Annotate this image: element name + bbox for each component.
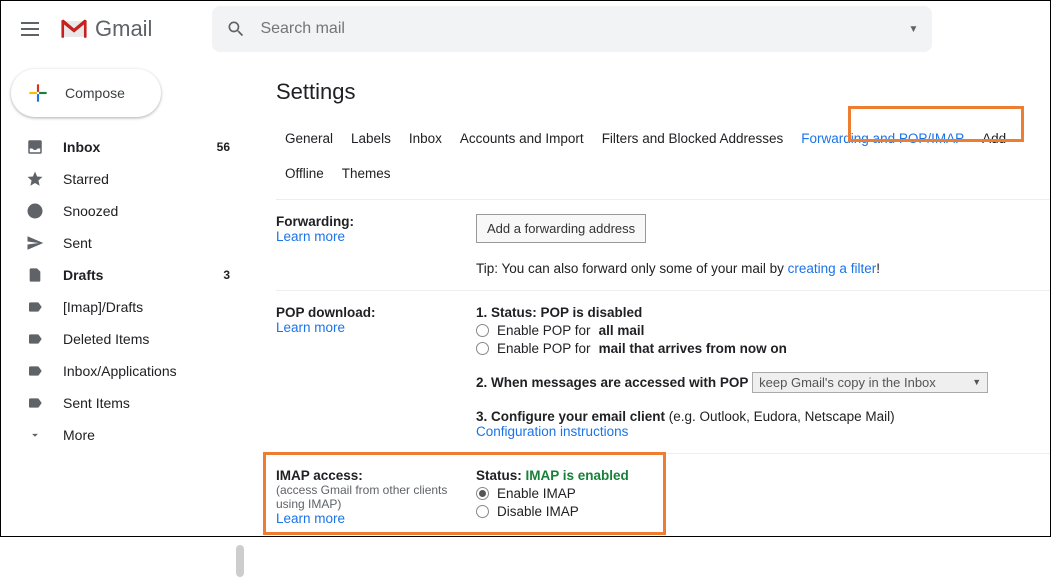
plus-icon: [25, 80, 51, 106]
scrollbar-thumb[interactable]: [236, 545, 244, 577]
hamburger-menu-icon[interactable]: [21, 17, 45, 41]
settings-tabs-row1: GeneralLabelsInboxAccounts and ImportFil…: [276, 123, 1050, 154]
top-bar: Gmail ▼: [1, 1, 1050, 57]
compose-label: Compose: [65, 85, 125, 101]
page-title: Settings: [276, 79, 1050, 105]
sidebar-item-label: Starred: [63, 171, 109, 187]
more-icon: [25, 428, 45, 442]
folder-list: Inbox 56 Starred Snoozed Sent Drafts 3 [Imap]/D…: [1, 131, 246, 451]
add-forwarding-address-button[interactable]: Add a forwarding address: [476, 214, 646, 243]
pop-config-instructions-link[interactable]: Configuration instructions: [476, 424, 628, 439]
tab-offline[interactable]: Offline: [276, 158, 333, 189]
imap-status-line: Status: IMAP is enabled: [476, 468, 1050, 483]
sidebar-item-label: Sent: [63, 235, 92, 251]
tab-forwarding-and-pop-imap[interactable]: Forwarding and POP/IMAP: [792, 123, 973, 154]
gmail-m-icon: [59, 18, 89, 40]
star-icon: [25, 170, 45, 188]
sidebar-item-sent-items[interactable]: Sent Items: [1, 387, 246, 419]
sidebar-item-sent[interactable]: Sent: [1, 227, 246, 259]
label-icon: [25, 331, 45, 347]
imap-title: IMAP access:: [276, 468, 476, 483]
sidebar-item-deleted-items[interactable]: Deleted Items: [1, 323, 246, 355]
sidebar-item-label: [Imap]/Drafts: [63, 299, 143, 315]
sidebar-item-snoozed[interactable]: Snoozed: [1, 195, 246, 227]
send-icon: [25, 234, 45, 252]
pop-configure-line: 3. Configure your email client (e.g. Out…: [476, 409, 1050, 424]
imap-learn-more-link[interactable]: Learn more: [276, 511, 345, 526]
imap-disable-radio-row[interactable]: Disable IMAP: [476, 504, 1050, 519]
sidebar-scrollbar[interactable]: [236, 427, 244, 577]
sidebar-item-label: Snoozed: [63, 203, 118, 219]
radio-icon: [476, 324, 489, 337]
sidebar-item-inbox-applications[interactable]: Inbox/Applications: [1, 355, 246, 387]
pop-action-select[interactable]: keep Gmail's copy in the Inbox: [752, 372, 988, 393]
sidebar-item--imap-drafts[interactable]: [Imap]/Drafts: [1, 291, 246, 323]
search-options-dropdown-icon[interactable]: ▼: [909, 24, 919, 35]
tab-general[interactable]: General: [276, 123, 342, 154]
imap-enable-radio-row[interactable]: Enable IMAP: [476, 486, 1050, 501]
label-icon: [25, 299, 45, 315]
pop-status-line: 1. Status: POP is disabled: [476, 305, 1050, 320]
forwarding-tip: Tip: You can also forward only some of y…: [476, 261, 1050, 276]
sidebar-item-count: 3: [223, 268, 230, 282]
radio-checked-icon: [476, 487, 489, 500]
search-input[interactable]: [260, 20, 918, 38]
tab-add[interactable]: Add: [973, 123, 1015, 154]
pop-section: POP download: Learn more 1. Status: POP …: [276, 290, 1050, 453]
sidebar-item-label: Drafts: [63, 267, 103, 283]
label-icon: [25, 395, 45, 411]
inbox-icon: [25, 138, 45, 156]
gmail-wordmark: Gmail: [95, 16, 152, 42]
radio-icon: [476, 342, 489, 355]
pop-title: POP download:: [276, 305, 476, 320]
sidebar-item-starred[interactable]: Starred: [1, 163, 246, 195]
search-bar[interactable]: ▼: [212, 6, 932, 52]
gmail-logo[interactable]: Gmail: [59, 16, 152, 42]
sidebar-item-label: Deleted Items: [63, 331, 149, 347]
tab-labels[interactable]: Labels: [342, 123, 400, 154]
file-icon: [25, 266, 45, 284]
left-sidebar: Compose Inbox 56 Starred Snoozed Sent Drafts 3…: [1, 57, 246, 536]
sidebar-item-drafts[interactable]: Drafts 3: [1, 259, 246, 291]
sidebar-item-label: Sent Items: [63, 395, 130, 411]
tab-filters-and-blocked-addresses[interactable]: Filters and Blocked Addresses: [593, 123, 793, 154]
radio-icon: [476, 505, 489, 518]
pop-learn-more-link[interactable]: Learn more: [276, 320, 345, 335]
tab-themes[interactable]: Themes: [333, 158, 400, 189]
compose-button[interactable]: Compose: [11, 69, 161, 117]
imap-subtitle: (access Gmail from other clients using I…: [276, 483, 476, 511]
clock-icon: [25, 202, 45, 220]
pop-enable-all-radio-row[interactable]: Enable POP for all mail: [476, 323, 1050, 338]
sidebar-item-label: Inbox/Applications: [63, 363, 177, 379]
pop-access-line: 2. When messages are accessed with POP k…: [476, 372, 1050, 393]
search-icon: [226, 19, 246, 39]
sidebar-item-count: 56: [217, 140, 230, 154]
settings-panel: Settings GeneralLabelsInboxAccounts and …: [246, 57, 1050, 536]
settings-tabs-row2: OfflineThemes: [276, 158, 1050, 189]
sidebar-item-inbox[interactable]: Inbox 56: [1, 131, 246, 163]
imap-section: IMAP access: (access Gmail from other cl…: [276, 453, 1050, 536]
forwarding-title: Forwarding:: [276, 214, 476, 229]
pop-enable-new-radio-row[interactable]: Enable POP for mail that arrives from no…: [476, 341, 1050, 356]
sidebar-item-label: More: [63, 427, 95, 443]
label-icon: [25, 363, 45, 379]
tab-accounts-and-import[interactable]: Accounts and Import: [451, 123, 593, 154]
forwarding-section: Forwarding: Learn more Add a forwarding …: [276, 199, 1050, 290]
forwarding-learn-more-link[interactable]: Learn more: [276, 229, 345, 244]
creating-filter-link[interactable]: creating a filter: [788, 261, 877, 276]
sidebar-item-label: Inbox: [63, 139, 100, 155]
tab-inbox[interactable]: Inbox: [400, 123, 451, 154]
sidebar-item-more[interactable]: More: [1, 419, 246, 451]
